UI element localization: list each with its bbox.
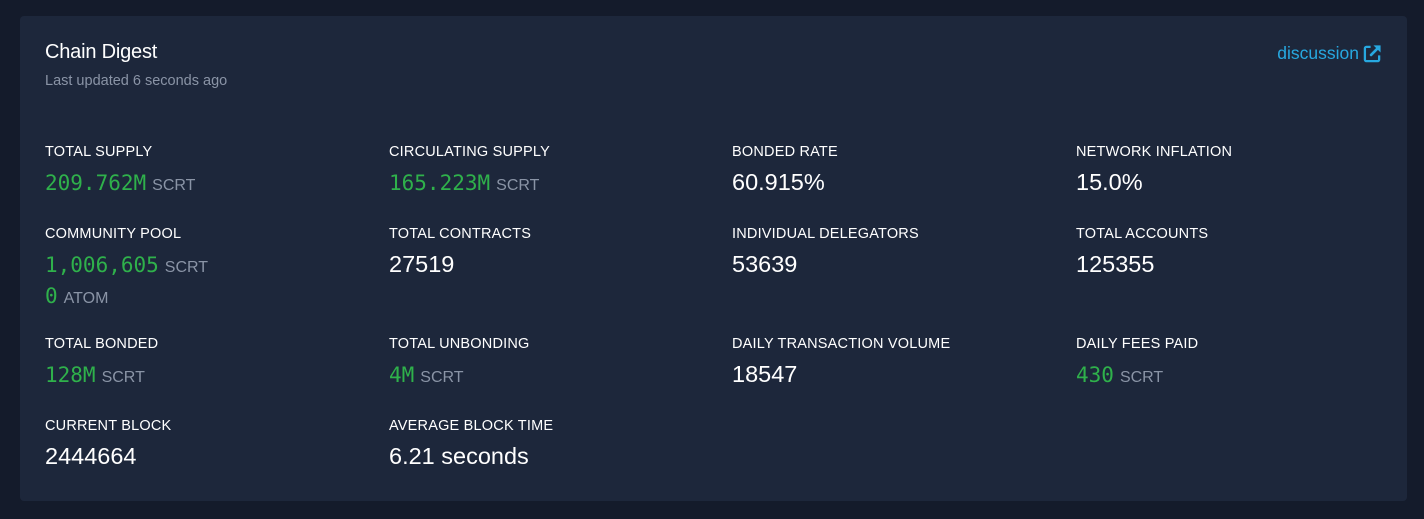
stat-unit: SCRT [101,369,145,386]
stat-value: 15.0% [1076,169,1143,195]
stat-value: 128M SCRT [45,361,375,392]
stat-current-block: CURRENT BLOCK 2444664 [45,418,375,470]
stat-value: 165.223M SCRT [389,169,719,200]
stat-unit: SCRT [496,177,540,194]
stat-bonded-rate: BONDED RATE 60.915% [732,144,1062,196]
stat-label: AVERAGE BLOCK TIME [389,418,554,434]
stat-amount: 0 [45,284,58,308]
stat-label: TOTAL UNBONDING [389,336,530,352]
stat-label: CIRCULATING SUPPLY [389,144,550,160]
discussion-link-label: discussion [1277,43,1359,63]
stat-value: 18547 [732,361,798,387]
stat-value: 2444664 [45,443,137,469]
stat-value: 1,006,605 SCRT [45,251,375,282]
stat-total-bonded: TOTAL BONDED 128M SCRT [45,336,375,392]
stat-amount: 209.762M [45,171,147,195]
stat-total-unbonding: TOTAL UNBONDING 4M SCRT [389,336,719,392]
stat-value: 53639 [732,251,798,277]
stat-unit: SCRT [420,369,464,386]
stat-amount: 430 [1076,363,1114,387]
stat-circulating-supply: CIRCULATING SUPPLY 165.223M SCRT [389,144,719,200]
stat-value: 6.21 seconds [389,443,529,469]
stat-unit: SCRT [152,177,196,194]
stat-label: DAILY FEES PAID [1076,336,1199,352]
stat-label: CURRENT BLOCK [45,418,172,434]
stat-daily-fees-paid: DAILY FEES PAID 430 SCRT [1076,336,1406,392]
stat-unit: SCRT [164,259,209,276]
stat-total-accounts: TOTAL ACCOUNTS 125355 [1076,226,1406,278]
stat-amount: 1,006,605 [45,253,159,277]
stat-label: NETWORK INFLATION [1076,144,1233,160]
stat-label: TOTAL BONDED [45,336,159,352]
last-updated-text: Last updated 6 seconds ago [45,73,228,89]
stat-amount: 128M [45,363,96,387]
stat-value: 125355 [1076,251,1155,277]
stat-value-secondary: 0 ATOM [45,282,375,313]
stat-label: COMMUNITY POOL [45,226,182,242]
stat-daily-transaction-volume: DAILY TRANSACTION VOLUME 18547 [732,336,1062,388]
stat-label: INDIVIDUAL DELEGATORS [732,226,919,242]
stat-average-block-time: AVERAGE BLOCK TIME 6.21 seconds [389,418,719,470]
card-title: Chain Digest [45,41,158,63]
stat-value: 60.915% [732,169,825,195]
stat-amount: 4M [389,363,415,387]
stat-community-pool: COMMUNITY POOL 1,006,605 SCRT 0 ATOM [45,226,375,313]
stat-unit: ATOM [63,290,109,307]
stat-label: TOTAL CONTRACTS [389,226,532,242]
stat-value: 209.762M SCRT [45,169,375,200]
stat-label: DAILY TRANSACTION VOLUME [732,336,951,352]
external-link-icon [1363,44,1382,63]
stat-label: BONDED RATE [732,144,838,160]
stat-total-supply: TOTAL SUPPLY 209.762M SCRT [45,144,375,200]
stat-amount: 165.223M [389,171,491,195]
stat-total-contracts: TOTAL CONTRACTS 27519 [389,226,719,278]
stat-value: 4M SCRT [389,361,719,392]
discussion-link[interactable]: discussion [1277,43,1382,64]
stat-value: 27519 [389,251,455,277]
stat-value: 430 SCRT [1076,361,1406,392]
stat-network-inflation: NETWORK INFLATION 15.0% [1076,144,1406,196]
stat-unit: SCRT [1119,369,1164,386]
stat-label: TOTAL ACCOUNTS [1076,226,1209,242]
stat-individual-delegators: INDIVIDUAL DELEGATORS 53639 [732,226,1062,278]
chain-digest-card: Chain Digest Last updated 6 seconds ago … [20,16,1407,501]
stat-label: TOTAL SUPPLY [45,144,153,160]
